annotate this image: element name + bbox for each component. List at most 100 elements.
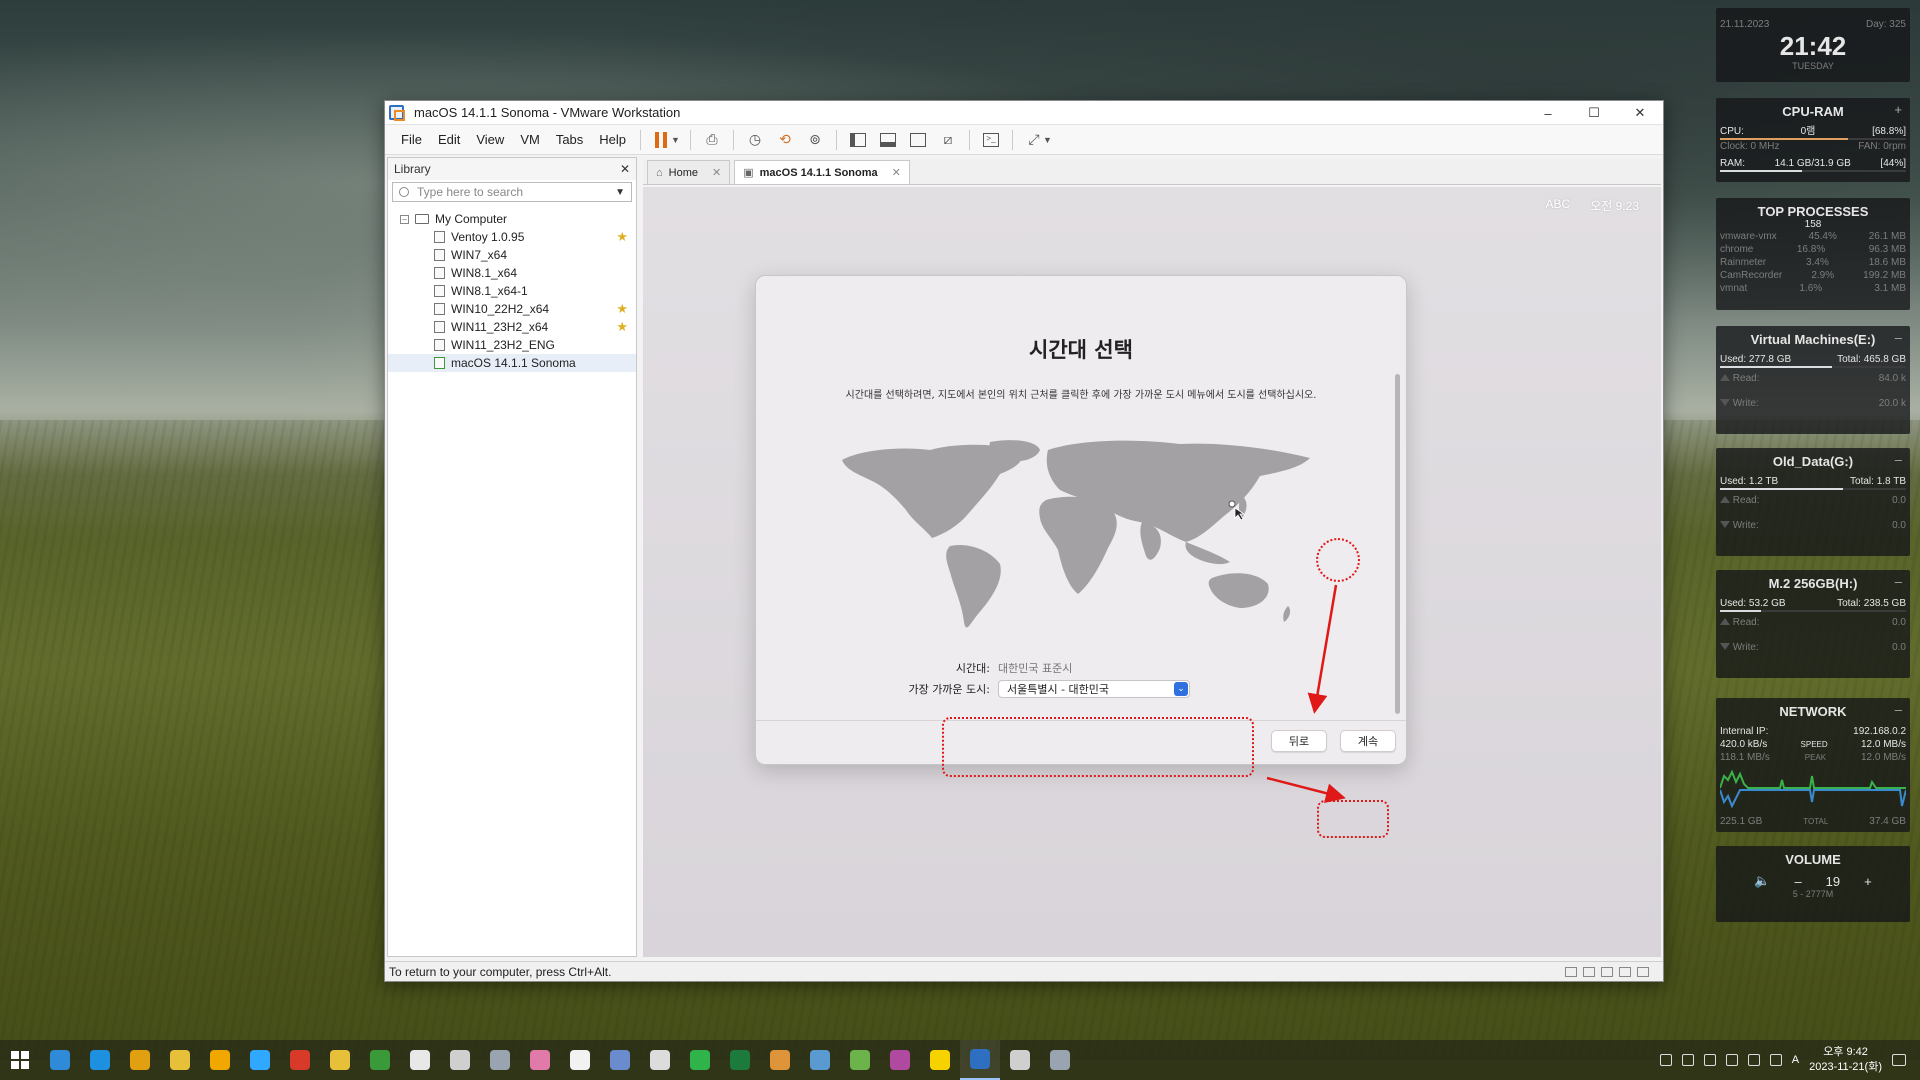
vm-guest-screen[interactable]: ABC 오전 9:23 시간대 선택 시간대를 선택하려면, 지도에서 본인의 … xyxy=(643,187,1661,957)
taskbar-app-4[interactable] xyxy=(160,1040,200,1080)
volume-up-button[interactable]: + xyxy=(1864,874,1872,889)
library-close-icon[interactable]: ✕ xyxy=(620,162,630,176)
menu-view[interactable]: View xyxy=(468,132,512,147)
taskbar-app-21[interactable] xyxy=(840,1040,880,1080)
vmware-app-icon xyxy=(389,105,405,121)
taskbar-app-19[interactable] xyxy=(760,1040,800,1080)
search-dropdown-icon[interactable]: ▼ xyxy=(615,187,625,198)
vm-item[interactable]: WIN8.1_x64-1 xyxy=(388,282,636,300)
taskbar-app-10[interactable] xyxy=(400,1040,440,1080)
tab-macos[interactable]: ▣ macOS 14.1.1 Sonoma ✕ xyxy=(734,160,910,184)
taskbar-app-2[interactable] xyxy=(80,1040,120,1080)
library-title: Library xyxy=(394,162,431,176)
menu-tabs[interactable]: Tabs xyxy=(548,132,591,147)
taskbar-app-17[interactable] xyxy=(680,1040,720,1080)
console-view-icon[interactable]: >_ xyxy=(976,128,1006,152)
menu-edit[interactable]: Edit xyxy=(430,132,468,147)
taskbar-app-8[interactable] xyxy=(320,1040,360,1080)
stretch-dropdown-icon[interactable]: ▼ xyxy=(1043,135,1052,145)
library-search-input[interactable]: Type here to search ▼ xyxy=(392,182,632,202)
start-button[interactable] xyxy=(0,1040,40,1080)
taskbar-app-7[interactable] xyxy=(280,1040,320,1080)
library-panel: Library ✕ Type here to search ▼ – My Com… xyxy=(387,157,637,957)
vm-item[interactable]: WIN8.1_x64 xyxy=(388,264,636,282)
sound-status-icon[interactable] xyxy=(1619,966,1631,977)
message-status-icon[interactable] xyxy=(1637,966,1649,977)
taskbar-clock[interactable]: 오후 9:42 2023-11-21(화) xyxy=(1809,1045,1882,1075)
collapse-icon[interactable]: – xyxy=(400,214,409,224)
rm-collapse-icon[interactable]: – xyxy=(1895,330,1902,345)
taskbar-app-24[interactable] xyxy=(960,1040,1000,1080)
rm-collapse-icon[interactable]: – xyxy=(1895,574,1902,589)
send-ctrl-alt-del-icon[interactable]: ⎙ xyxy=(697,128,727,152)
taskbar-app-9[interactable] xyxy=(360,1040,400,1080)
app-icon xyxy=(450,1050,470,1070)
taskbar-app-26[interactable] xyxy=(1040,1040,1080,1080)
taskbar-app-14[interactable] xyxy=(560,1040,600,1080)
tab-label: Home xyxy=(668,166,698,179)
rm-read-label: Read: xyxy=(1732,495,1760,506)
input-language-indicator[interactable]: A xyxy=(1792,1054,1799,1066)
app-icon xyxy=(250,1050,270,1070)
vm-item[interactable]: WIN7_x64 xyxy=(388,246,636,264)
menu-file[interactable]: File xyxy=(393,132,430,147)
taskbar-app-23[interactable] xyxy=(920,1040,960,1080)
rm-process-name: vmnat xyxy=(1720,283,1748,294)
maximize-button[interactable]: ☐ xyxy=(1571,101,1617,125)
menu-vm[interactable]: VM xyxy=(512,132,548,147)
taskbar-app-16[interactable] xyxy=(640,1040,680,1080)
cd-status-icon[interactable] xyxy=(1583,966,1595,977)
show-library-icon[interactable] xyxy=(843,128,873,152)
rm-collapse-icon[interactable]: – xyxy=(1895,452,1902,467)
rm-read-label: Read: xyxy=(1732,373,1760,384)
title-bar[interactable]: macOS 14.1.1 Sonoma - VMware Workstation… xyxy=(385,101,1663,125)
vm-item-selected[interactable]: macOS 14.1.1 Sonoma xyxy=(388,354,636,372)
taskbar-app-12[interactable] xyxy=(480,1040,520,1080)
tray-icon[interactable] xyxy=(1659,1054,1672,1066)
tab-home[interactable]: ⌂ Home ✕ xyxy=(647,160,731,184)
usb-icon[interactable] xyxy=(1703,1054,1716,1066)
minimize-button[interactable]: – xyxy=(1525,101,1571,125)
revert-snapshot-icon[interactable]: ⟲ xyxy=(770,128,800,152)
tab-close-icon[interactable]: ✕ xyxy=(712,166,721,179)
vm-item[interactable]: WIN11_23H2_ENG xyxy=(388,336,636,354)
unity-icon[interactable]: ⧄ xyxy=(933,128,963,152)
vm-item[interactable]: WIN10_22H2_x64 ★ xyxy=(388,300,636,318)
snapshot-icon[interactable]: ◷ xyxy=(740,128,770,152)
taskbar-app-6[interactable] xyxy=(240,1040,280,1080)
tab-close-icon[interactable]: ✕ xyxy=(892,166,901,179)
vm-running-icon xyxy=(434,357,445,369)
network-tray-icon[interactable] xyxy=(1747,1054,1760,1066)
volume-tray-icon[interactable] xyxy=(1769,1054,1782,1066)
tray-icon[interactable] xyxy=(1681,1054,1694,1066)
taskbar-app-3[interactable] xyxy=(120,1040,160,1080)
rm-expand-icon[interactable]: + xyxy=(1894,102,1902,117)
menu-help[interactable]: Help xyxy=(591,132,634,147)
tree-root-my-computer[interactable]: – My Computer xyxy=(388,210,636,228)
show-thumbnail-icon[interactable] xyxy=(873,128,903,152)
volume-down-button[interactable]: – xyxy=(1794,874,1801,889)
tray-icon[interactable] xyxy=(1725,1054,1738,1066)
notification-icon[interactable] xyxy=(1892,1054,1906,1066)
rm-write-label: Write: xyxy=(1732,520,1759,531)
taskbar-app-5[interactable] xyxy=(200,1040,240,1080)
taskbar-app-18[interactable] xyxy=(720,1040,760,1080)
hdd-status-icon[interactable] xyxy=(1565,966,1577,977)
toolbar-separator xyxy=(968,129,970,150)
taskbar-app-13[interactable] xyxy=(520,1040,560,1080)
power-dropdown-icon[interactable]: ▼ xyxy=(671,135,680,145)
rm-collapse-icon[interactable]: – xyxy=(1895,702,1902,717)
full-screen-icon[interactable] xyxy=(903,128,933,152)
taskbar-app-1[interactable] xyxy=(40,1040,80,1080)
speaker-icon[interactable]: 🔈 xyxy=(1754,873,1770,889)
taskbar-app-20[interactable] xyxy=(800,1040,840,1080)
network-status-icon[interactable] xyxy=(1601,966,1613,977)
taskbar-app-22[interactable] xyxy=(880,1040,920,1080)
close-button[interactable]: ✕ xyxy=(1617,101,1663,125)
snapshot-manager-icon[interactable]: ⊚ xyxy=(800,128,830,152)
taskbar-app-25[interactable] xyxy=(1000,1040,1040,1080)
vm-item[interactable]: Ventoy 1.0.95 ★ xyxy=(388,228,636,246)
vm-item[interactable]: WIN11_23H2_x64 ★ xyxy=(388,318,636,336)
taskbar-app-15[interactable] xyxy=(600,1040,640,1080)
taskbar-app-11[interactable] xyxy=(440,1040,480,1080)
